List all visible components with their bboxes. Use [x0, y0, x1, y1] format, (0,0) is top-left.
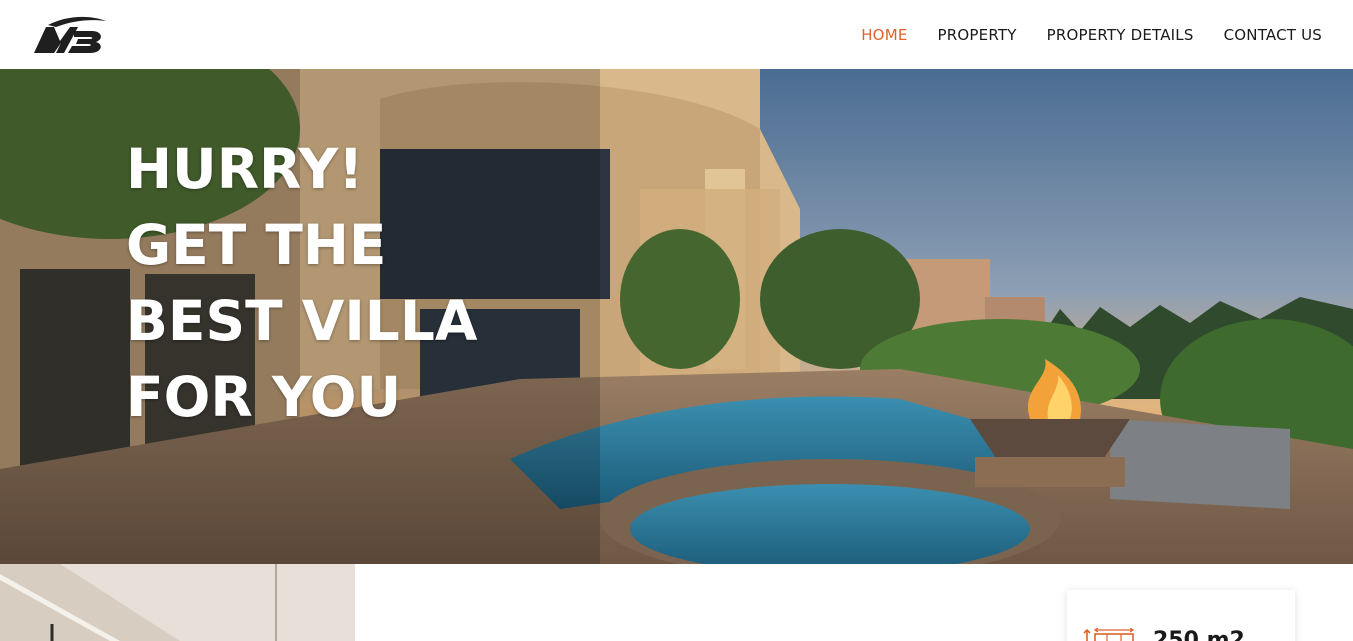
hero-title: HURRY! GET THE BEST VILLA FOR YOU	[126, 131, 546, 435]
interior-photo	[0, 564, 355, 641]
hero-title-line: GET THE	[126, 213, 387, 277]
nav-home[interactable]: HOME	[861, 26, 907, 44]
hero-title-line: FOR YOU	[126, 365, 402, 429]
logo-link[interactable]	[30, 13, 110, 57]
logo-icon	[34, 16, 106, 53]
main-nav: HOME PROPERTY PROPERTY DETAILS CONTACT U…	[861, 26, 1322, 44]
hero-title-line: HURRY!	[126, 137, 364, 201]
area-value: 250 m2	[1153, 628, 1245, 641]
property-section: 250 m2	[0, 564, 1353, 641]
site-header: HOME PROPERTY PROPERTY DETAILS CONTACT U…	[0, 0, 1353, 69]
floor-plan-icon	[1083, 628, 1135, 641]
nav-contact-us[interactable]: CONTACT US	[1224, 26, 1322, 44]
hero-title-line: BEST VILLA	[126, 289, 478, 353]
nav-property-details[interactable]: PROPERTY DETAILS	[1047, 26, 1194, 44]
interior-image	[0, 564, 355, 641]
hero-banner: HURRY! GET THE BEST VILLA FOR YOU	[0, 69, 1353, 564]
nav-property[interactable]: PROPERTY	[938, 26, 1017, 44]
property-info-card: 250 m2	[1067, 590, 1295, 641]
